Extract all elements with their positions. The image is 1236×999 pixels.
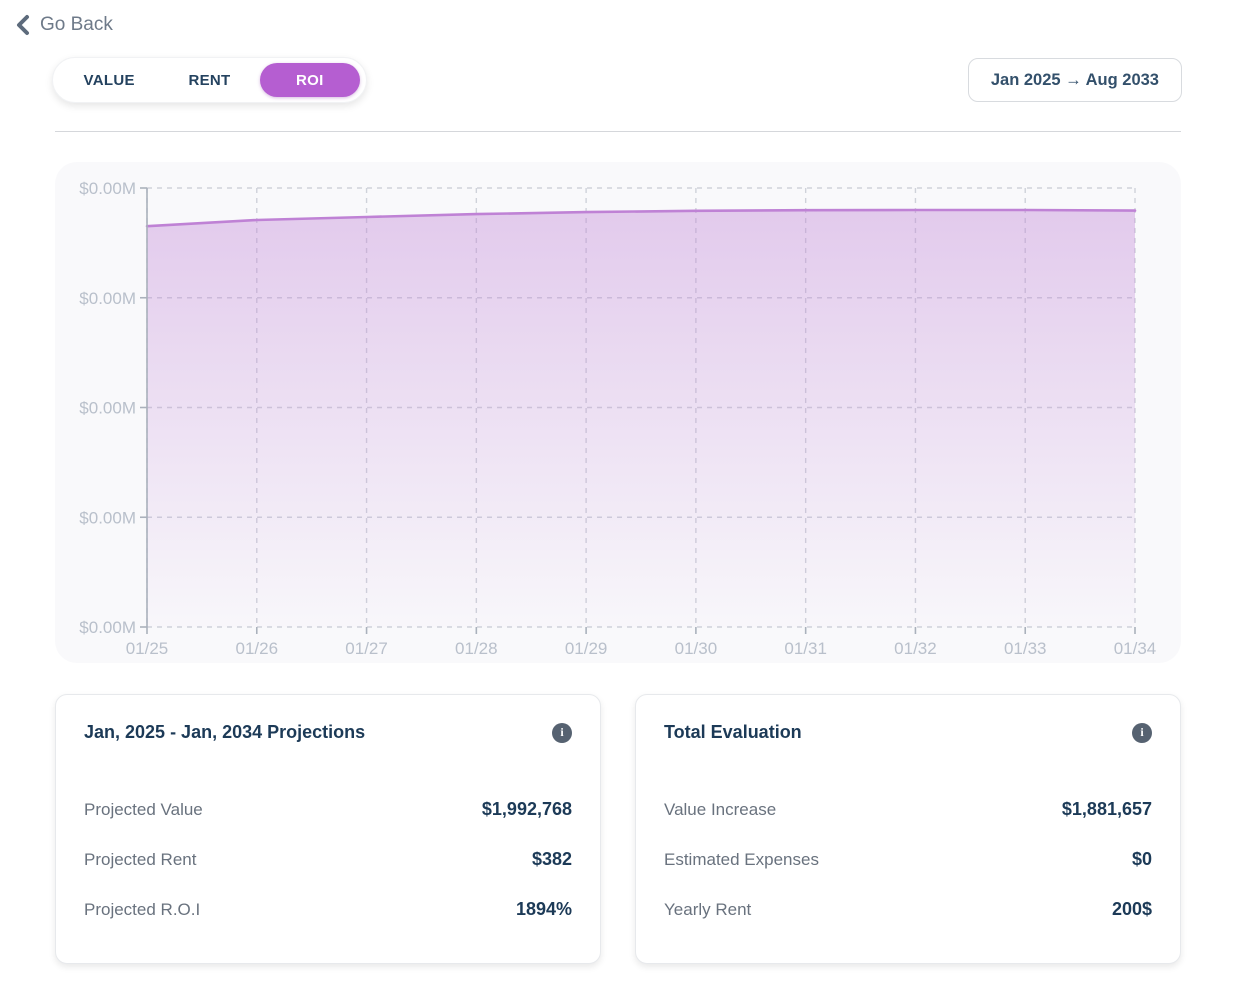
date-range-button[interactable]: Jan 2025 → Aug 2033 <box>968 58 1182 102</box>
chart-mode-tab-group: VALUE RENT ROI <box>52 57 367 103</box>
roi-area-chart: $0.00M $0.00M $0.00M $0.00M $0.00M 01/25 01/26… <box>55 162 1181 663</box>
projected-value-row: Projected Value $1,992,768 <box>84 793 572 826</box>
row-value: $1,992,768 <box>482 799 572 820</box>
row-label: Yearly Rent <box>664 900 751 920</box>
total-evaluation-card: Total Evaluation i Value Increase $1,881… <box>635 694 1181 964</box>
info-icon[interactable]: i <box>1132 723 1152 743</box>
tab-roi[interactable]: ROI <box>260 63 360 97</box>
row-value: 200$ <box>1112 899 1152 920</box>
yearly-rent-row: Yearly Rent 200$ <box>664 893 1152 926</box>
y-axis-label: $0.00M <box>79 399 136 418</box>
projected-rent-row: Projected Rent $382 <box>84 843 572 876</box>
x-axis-label: 01/30 <box>675 639 718 658</box>
go-back-label: Go Back <box>40 14 113 36</box>
row-label: Value Increase <box>664 800 776 820</box>
projections-card: Jan, 2025 - Jan, 2034 Projections i Proj… <box>55 694 601 964</box>
y-axis-label: $0.00M <box>79 508 136 527</box>
x-axis-label: 01/31 <box>784 639 827 658</box>
x-axis-label: 01/32 <box>894 639 937 658</box>
row-label: Projected R.O.I <box>84 900 200 920</box>
go-back-button[interactable]: Go Back <box>14 14 113 36</box>
projections-card-title: Jan, 2025 - Jan, 2034 Projections <box>84 722 365 743</box>
total-evaluation-card-title: Total Evaluation <box>664 722 802 743</box>
date-range-label: Jan 2025 → Aug 2033 <box>991 71 1159 90</box>
info-icon[interactable]: i <box>552 723 572 743</box>
y-axis-label: $0.00M <box>79 179 136 198</box>
row-value: 1894% <box>516 899 572 920</box>
row-label: Projected Value <box>84 800 203 820</box>
header-divider <box>55 131 1181 132</box>
x-axis-label: 01/34 <box>1114 639 1157 658</box>
row-label: Projected Rent <box>84 850 196 870</box>
x-axis-label: 01/27 <box>345 639 388 658</box>
row-value: $382 <box>532 849 572 870</box>
value-increase-row: Value Increase $1,881,657 <box>664 793 1152 826</box>
x-axis-label: 01/26 <box>236 639 279 658</box>
y-axis-label: $0.00M <box>79 289 136 308</box>
tab-value[interactable]: VALUE <box>59 63 159 97</box>
tab-rent[interactable]: RENT <box>159 63 259 97</box>
chevron-left-icon <box>14 14 31 36</box>
x-axis-label: 01/25 <box>126 639 169 658</box>
y-axis-label: $0.00M <box>79 618 136 637</box>
row-value: $1,881,657 <box>1062 799 1152 820</box>
x-axis-label: 01/28 <box>455 639 498 658</box>
roi-chart-panel: $0.00M $0.00M $0.00M $0.00M $0.00M 01/25 01/26… <box>55 162 1181 663</box>
row-value: $0 <box>1132 849 1152 870</box>
total-evaluation-card-header: Total Evaluation i <box>664 722 1152 743</box>
projections-card-header: Jan, 2025 - Jan, 2034 Projections i <box>84 722 572 743</box>
x-axis-label: 01/29 <box>565 639 608 658</box>
estimated-expenses-row: Estimated Expenses $0 <box>664 843 1152 876</box>
row-label: Estimated Expenses <box>664 850 819 870</box>
x-axis-label: 01/33 <box>1004 639 1047 658</box>
roi-area-fill <box>147 210 1135 627</box>
projected-roi-row: Projected R.O.I 1894% <box>84 893 572 926</box>
